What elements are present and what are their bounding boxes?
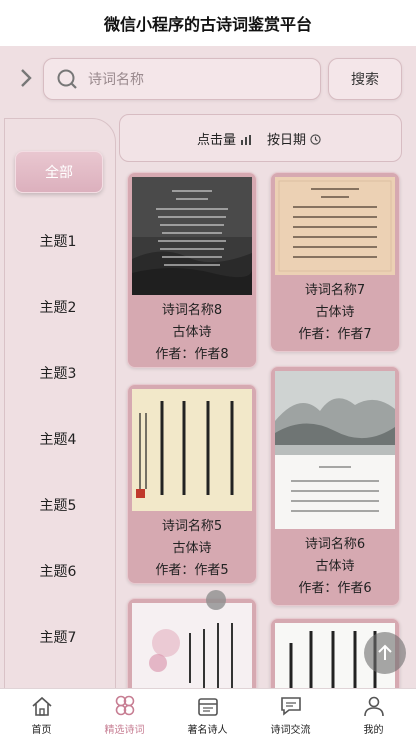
poem-type: 古体诗 <box>172 325 212 340</box>
sort-by-clicks[interactable]: 点击量 <box>197 129 252 148</box>
poem-name: 诗词名称5 <box>161 519 223 534</box>
clover-icon <box>115 695 135 716</box>
home-icon <box>32 696 52 716</box>
poem-name: 诗词名称7 <box>304 283 366 298</box>
poem-type: 古体诗 <box>315 559 355 574</box>
poem-card[interactable]: 诗词名称7 古体诗 作者：作者7 <box>270 172 400 352</box>
poem-card[interactable]: 诗词名称8 古体诗 作者：作者8 <box>127 172 257 368</box>
chevron-right-icon[interactable] <box>14 66 38 90</box>
poem-image <box>275 177 395 275</box>
calendar-icon <box>198 698 218 716</box>
tab-home[interactable]: 首页 <box>0 689 83 737</box>
tab-label: 著名诗人 <box>187 725 228 736</box>
tab-mine[interactable]: 我的 <box>332 689 415 737</box>
tab-label: 诗词交流 <box>270 725 311 736</box>
chat-icon <box>281 697 301 716</box>
poem-card[interactable]: 诗词名称5 古体诗 作者：作者5 <box>127 384 257 584</box>
theme-item[interactable]: 主题4 <box>5 429 111 449</box>
search-icon <box>57 69 77 89</box>
floating-dot <box>206 590 226 610</box>
poem-image <box>132 389 252 511</box>
poem-image <box>132 177 252 295</box>
sort-by-date-label: 按日期 <box>267 133 307 148</box>
sort-bar: 点击量 按日期 <box>119 114 402 162</box>
arrow-up-icon <box>378 644 392 660</box>
bottom-tab-bar: 首页 精选诗词 著名诗人 诗词交流 我的 <box>0 688 416 737</box>
poem-author: 作者：作者6 <box>298 581 372 596</box>
theme-item[interactable]: 主题1 <box>5 231 111 251</box>
poem-name: 诗词名称8 <box>161 303 223 318</box>
search-row: 诗词名称 搜索 <box>0 46 416 110</box>
theme-item[interactable]: 主题2 <box>5 297 111 317</box>
sort-by-clicks-label: 点击量 <box>197 133 237 148</box>
search-button[interactable]: 搜索 <box>328 58 402 100</box>
theme-item[interactable]: 主题3 <box>5 363 111 383</box>
poem-author: 作者：作者7 <box>298 327 372 342</box>
poem-image <box>275 371 395 529</box>
app-title: 微信小程序的古诗词鉴赏平台 <box>0 0 416 46</box>
tab-label: 精选诗词 <box>104 725 145 736</box>
search-input[interactable]: 诗词名称 <box>43 58 321 100</box>
search-placeholder: 诗词名称 <box>88 72 144 88</box>
bar-chart-icon <box>241 135 252 145</box>
theme-item[interactable]: 主题7 <box>5 627 111 647</box>
poem-author: 作者：作者5 <box>155 563 229 578</box>
user-icon <box>364 696 384 717</box>
sort-by-date[interactable]: 按日期 <box>267 129 321 148</box>
theme-sidebar: 全部 主题1 主题2 主题3 主题4 主题5 主题6 主题7 <box>4 118 116 720</box>
tab-poetry-exchange[interactable]: 诗词交流 <box>249 689 332 737</box>
poem-type: 古体诗 <box>315 305 355 320</box>
poem-name: 诗词名称6 <box>304 537 366 552</box>
clock-icon <box>310 134 321 145</box>
theme-item[interactable]: 主题6 <box>5 561 111 581</box>
tab-label: 我的 <box>363 725 384 736</box>
poem-card[interactable]: 诗词名称6 古体诗 作者：作者6 <box>270 366 400 606</box>
scroll-to-top-button[interactable] <box>364 632 406 674</box>
theme-item[interactable]: 主题5 <box>5 495 111 515</box>
poem-type: 古体诗 <box>172 541 212 556</box>
tab-label: 首页 <box>31 725 52 736</box>
poem-author: 作者：作者8 <box>155 347 229 362</box>
theme-all-button[interactable]: 全部 <box>15 151 103 193</box>
tab-featured-poems[interactable]: 精选诗词 <box>83 689 166 737</box>
tab-famous-poets[interactable]: 著名诗人 <box>166 689 249 737</box>
